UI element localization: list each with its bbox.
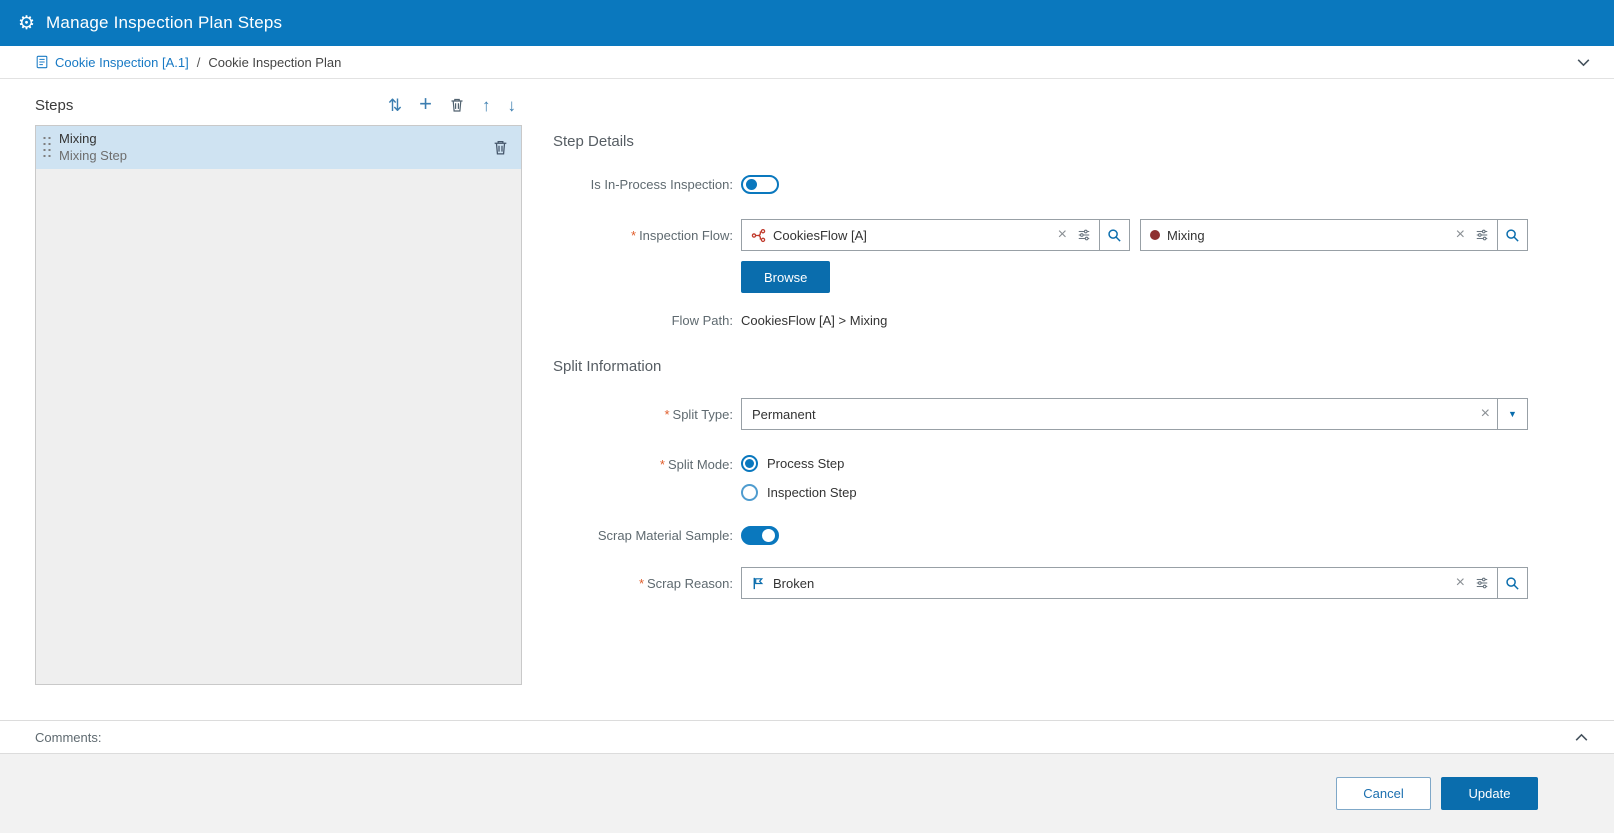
- split-information-title: Split Information: [553, 358, 1528, 375]
- search-icon[interactable]: [1497, 568, 1527, 598]
- move-step-up-icon[interactable]: ↑: [482, 97, 491, 114]
- scrap-reason-field[interactable]: Broken ×: [741, 567, 1528, 599]
- scrap-material-row: Scrap Material Sample:: [553, 526, 1528, 545]
- flow-path-value: CookiesFlow [A] > Mixing: [741, 313, 887, 328]
- steps-header: Steps ⇅ + ↑ ↓: [35, 93, 522, 117]
- step-details-title: Step Details: [553, 133, 1528, 150]
- filter-options-icon[interactable]: [1472, 228, 1497, 242]
- breadcrumb: Cookie Inspection [A.1] / Cookie Inspect…: [0, 46, 1614, 79]
- update-button[interactable]: Update: [1441, 777, 1538, 810]
- inspection-flow-label: *Inspection Flow:: [553, 228, 737, 243]
- required-marker: *: [631, 228, 636, 243]
- scrap-material-label: Scrap Material Sample:: [553, 528, 737, 543]
- inspection-flow-step-field[interactable]: Mixing ×: [1140, 219, 1528, 251]
- step-item-texts: Mixing Mixing Step: [59, 131, 484, 163]
- drag-handle-icon[interactable]: [42, 135, 51, 159]
- required-marker: *: [660, 457, 665, 472]
- required-marker: *: [664, 407, 669, 422]
- inspection-flow-row: *Inspection Flow: CookiesFlow [A] ×: [553, 219, 1528, 251]
- main-content: Steps ⇅ + ↑ ↓ Mixing Mixing Step: [0, 79, 1614, 720]
- add-step-icon[interactable]: +: [419, 93, 432, 115]
- move-step-down-icon[interactable]: ↓: [508, 97, 517, 114]
- split-type-label: *Split Type:: [553, 407, 737, 422]
- plan-document-icon: [35, 55, 49, 69]
- scrap-reason-value[interactable]: Broken: [770, 576, 1449, 591]
- in-process-toggle[interactable]: [741, 175, 779, 194]
- in-process-row: Is In-Process Inspection:: [553, 175, 1528, 194]
- split-type-row: *Split Type: Permanent × ▼: [553, 398, 1528, 430]
- radio-button-icon[interactable]: [741, 455, 758, 472]
- sort-steps-icon[interactable]: ⇅: [388, 97, 402, 114]
- scrap-reason-row: *Scrap Reason: Broken ×: [553, 567, 1528, 599]
- search-icon[interactable]: [1099, 220, 1129, 250]
- split-mode-label: *Split Mode:: [553, 455, 737, 472]
- split-type-value[interactable]: Permanent: [742, 407, 1474, 422]
- chevron-up-icon[interactable]: [1573, 729, 1590, 746]
- breadcrumb-separator: /: [197, 55, 201, 70]
- steps-panel-title: Steps: [35, 97, 73, 114]
- app-header: ⚙ Manage Inspection Plan Steps: [0, 0, 1614, 46]
- in-process-label: Is In-Process Inspection:: [553, 177, 737, 192]
- comments-label: Comments:: [35, 730, 101, 745]
- split-mode-row: *Split Mode: Process Step Inspection Ste…: [553, 455, 1528, 501]
- step-item-description: Mixing Step: [59, 148, 484, 163]
- delete-step-row-icon[interactable]: [492, 139, 509, 156]
- chevron-down-icon[interactable]: [1575, 54, 1592, 71]
- inspection-flow-field[interactable]: CookiesFlow [A] ×: [741, 219, 1130, 251]
- split-mode-options: Process Step Inspection Step: [741, 455, 857, 501]
- clear-icon[interactable]: ×: [1051, 227, 1074, 243]
- toggle-knob: [762, 529, 775, 542]
- page-title: Manage Inspection Plan Steps: [46, 13, 282, 33]
- flow-path-row: Flow Path: CookiesFlow [A] > Mixing: [553, 313, 1528, 328]
- filter-options-icon[interactable]: [1074, 228, 1099, 242]
- breadcrumb-current: Cookie Inspection Plan: [208, 55, 341, 70]
- breadcrumb-parent-label: Cookie Inspection [A.1]: [55, 55, 189, 70]
- step-details-panel: Step Details Is In-Process Inspection: *…: [522, 93, 1614, 720]
- search-icon[interactable]: [1497, 220, 1527, 250]
- radio-option-process-step[interactable]: Process Step: [741, 455, 857, 472]
- action-bar: Cancel Update: [0, 753, 1614, 833]
- comments-section: Comments:: [0, 720, 1614, 753]
- toggle-knob: [746, 179, 757, 190]
- steps-toolbar: ⇅ + ↑ ↓: [388, 95, 522, 115]
- breadcrumb-parent-link[interactable]: Cookie Inspection [A.1]: [35, 55, 189, 70]
- inspection-flow-value[interactable]: CookiesFlow [A]: [770, 228, 1051, 243]
- steps-panel: Steps ⇅ + ↑ ↓ Mixing Mixing Step: [35, 93, 522, 720]
- gear-icon: ⚙: [18, 14, 35, 33]
- delete-step-toolbar-icon[interactable]: [449, 97, 465, 113]
- scrap-material-toggle[interactable]: [741, 526, 779, 545]
- radio-option-label[interactable]: Process Step: [767, 456, 844, 471]
- flow-icon: [751, 228, 766, 243]
- dropdown-arrow-icon[interactable]: ▼: [1497, 399, 1527, 429]
- clear-icon[interactable]: ×: [1474, 406, 1497, 422]
- scrap-reason-label: *Scrap Reason:: [553, 576, 737, 591]
- step-bullet-icon: [1150, 230, 1160, 240]
- radio-button-icon[interactable]: [741, 484, 758, 501]
- clear-icon[interactable]: ×: [1449, 227, 1472, 243]
- filter-options-icon[interactable]: [1472, 576, 1497, 590]
- browse-button[interactable]: Browse: [741, 261, 830, 293]
- split-type-dropdown[interactable]: Permanent × ▼: [741, 398, 1528, 430]
- step-item-name: Mixing: [59, 131, 484, 146]
- step-list-item[interactable]: Mixing Mixing Step: [36, 126, 521, 169]
- radio-option-label[interactable]: Inspection Step: [767, 485, 857, 500]
- reason-flag-icon: [751, 576, 766, 591]
- clear-icon[interactable]: ×: [1449, 575, 1472, 591]
- radio-option-inspection-step[interactable]: Inspection Step: [741, 484, 857, 501]
- cancel-button[interactable]: Cancel: [1336, 777, 1431, 810]
- flow-path-label: Flow Path:: [553, 313, 737, 328]
- browse-row: Browse: [553, 261, 1528, 293]
- required-marker: *: [639, 576, 644, 591]
- steps-list: Mixing Mixing Step: [35, 125, 522, 685]
- inspection-flow-step-value[interactable]: Mixing: [1164, 228, 1449, 243]
- app-window: ⚙ Manage Inspection Plan Steps Cookie In…: [0, 0, 1614, 833]
